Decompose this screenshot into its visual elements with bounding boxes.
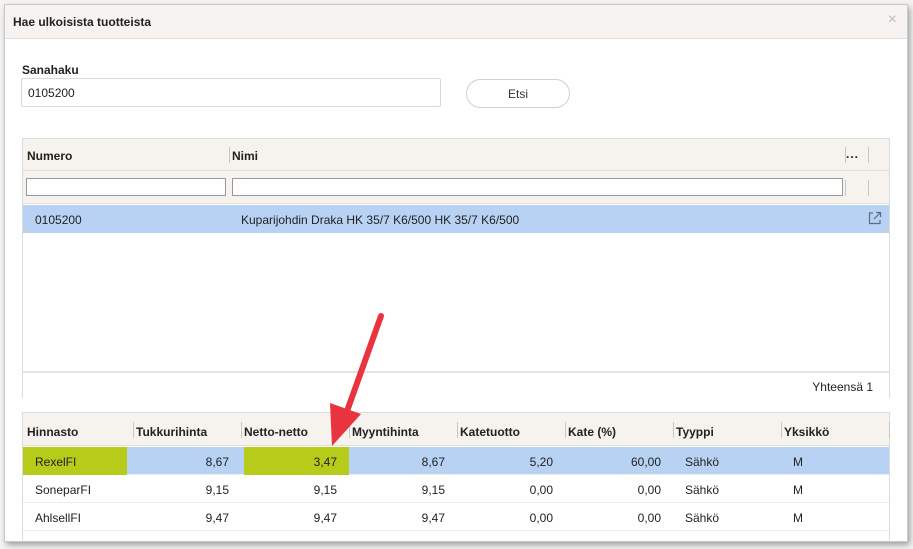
column-header-tyyppi[interactable]: Tyyppi xyxy=(676,425,714,439)
cell-hinnasto: SoneparFI xyxy=(35,483,92,497)
column-separator[interactable] xyxy=(673,422,674,438)
cell-yksikko: M xyxy=(793,455,803,469)
column-separator[interactable] xyxy=(349,422,350,438)
table-row[interactable]: SoneparFI 9,15 9,15 9,15 0,00 0,00 Sähkö… xyxy=(23,475,889,503)
price-grid: Hinnasto Tukkurihinta Netto-netto Myynti… xyxy=(22,412,890,541)
price-grid-header: Hinnasto Tukkurihinta Netto-netto Myynti… xyxy=(23,413,890,446)
cell-tyyppi: Sähkö xyxy=(685,511,720,525)
cell-netto-netto: 9,47 xyxy=(313,511,337,525)
column-header-yksikko[interactable]: Yksikkö xyxy=(784,425,829,439)
search-label: Sanahaku xyxy=(22,63,79,77)
cell-myyntihinta: 9,47 xyxy=(421,511,445,525)
column-separator xyxy=(868,180,869,196)
column-separator[interactable] xyxy=(457,422,458,438)
column-header-tukkurihinta[interactable]: Tukkurihinta xyxy=(136,425,207,439)
external-products-dialog: Hae ulkoisista tuotteista × Sanahaku Ets… xyxy=(4,4,908,542)
product-grid-footer: Yhteensä 1 xyxy=(23,371,889,398)
table-row[interactable]: AhlsellFI 9,47 9,47 9,47 0,00 0,00 Sähkö… xyxy=(23,503,889,531)
column-separator xyxy=(889,422,890,438)
cell-tukkurihinta: 9,15 xyxy=(205,483,229,497)
column-separator[interactable] xyxy=(241,422,242,438)
external-link-icon[interactable] xyxy=(867,210,883,226)
cell-yksikko: M xyxy=(793,483,803,497)
cell-netto-netto: 3,47 xyxy=(313,455,337,469)
cell-kate-percent: 60,00 xyxy=(630,455,661,469)
filter-input-nimi[interactable] xyxy=(232,178,843,196)
cell-tukkurihinta: 8,67 xyxy=(205,455,229,469)
cell-myyntihinta: 9,15 xyxy=(421,483,445,497)
column-separator[interactable] xyxy=(133,422,134,438)
cell-nimi: Kuparijohdin Draka HK 35/7 K6/500 HK 35/… xyxy=(241,213,520,227)
column-header-netto-netto[interactable]: Netto-netto xyxy=(244,425,308,439)
filter-input-numero[interactable] xyxy=(26,178,226,196)
table-row[interactable]: 0105200 Kuparijohdin Draka HK 35/7 K6/50… xyxy=(23,205,889,233)
column-header-numero[interactable]: Numero xyxy=(27,149,72,163)
column-separator[interactable] xyxy=(229,147,230,163)
total-count: Yhteensä 1 xyxy=(812,380,873,394)
cell-tyyppi: Sähkö xyxy=(685,455,720,469)
cell-hinnasto: AhlsellFI xyxy=(35,511,82,525)
cell-netto-netto: 9,15 xyxy=(313,483,337,497)
cell-katetuotto: 0,00 xyxy=(529,511,553,525)
column-header-hinnasto[interactable]: Hinnasto xyxy=(27,425,78,439)
cell-tukkurihinta: 9,47 xyxy=(205,511,229,525)
column-separator xyxy=(845,180,846,196)
column-separator xyxy=(868,147,869,163)
search-input[interactable] xyxy=(21,78,441,107)
close-icon[interactable]: × xyxy=(888,11,897,29)
cell-kate-percent: 0,00 xyxy=(637,483,661,497)
dialog-title: Hae ulkoisista tuotteista xyxy=(13,15,152,29)
cell-numero: 0105200 xyxy=(35,213,82,227)
column-separator[interactable] xyxy=(565,422,566,438)
dialog-header: Hae ulkoisista tuotteista × xyxy=(5,5,907,39)
column-header-myyntihinta[interactable]: Myyntihinta xyxy=(352,425,419,439)
cell-yksikko: M xyxy=(793,511,803,525)
cell-tyyppi: Sähkö xyxy=(685,483,720,497)
column-menu-button[interactable]: ... xyxy=(846,147,859,161)
table-row[interactable]: RexelFI 8,67 3,47 8,67 5,20 60,00 Sähkö … xyxy=(23,447,889,475)
column-separator[interactable] xyxy=(781,422,782,438)
column-header-katetuotto[interactable]: Katetuotto xyxy=(460,425,520,439)
cell-myyntihinta: 8,67 xyxy=(421,455,445,469)
product-grid-header: Numero Nimi ... xyxy=(23,139,889,171)
column-header-kate-percent[interactable]: Kate (%) xyxy=(568,425,616,439)
product-grid: Numero Nimi ... 0105200 Kuparijohdin Dra… xyxy=(22,138,890,398)
cell-katetuotto: 0,00 xyxy=(529,483,553,497)
cell-katetuotto: 5,20 xyxy=(529,455,553,469)
search-button[interactable]: Etsi xyxy=(466,79,570,108)
cell-hinnasto: RexelFI xyxy=(35,455,77,469)
cell-kate-percent: 0,00 xyxy=(637,511,661,525)
column-header-nimi[interactable]: Nimi xyxy=(232,149,258,163)
product-grid-filter-row xyxy=(23,171,889,204)
